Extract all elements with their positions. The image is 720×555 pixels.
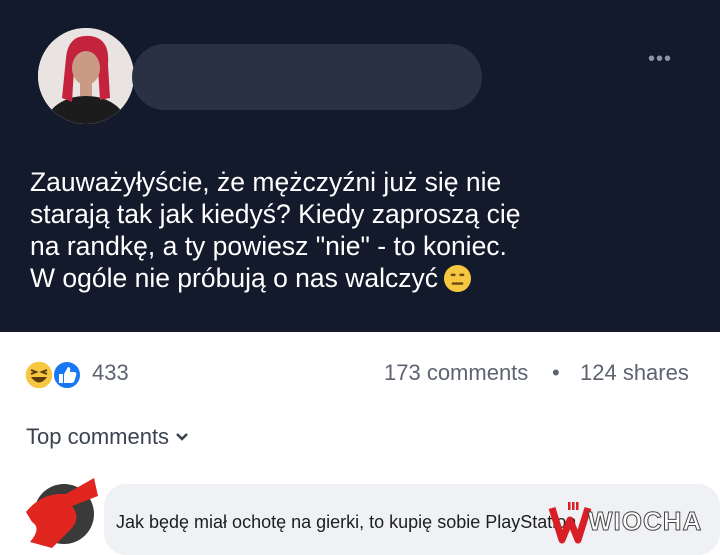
- stats-separator: •: [552, 360, 560, 385]
- reaction-icons[interactable]: [24, 360, 86, 390]
- top-comments-dropdown[interactable]: Top comments: [26, 424, 189, 450]
- reactions-count[interactable]: 433: [92, 360, 129, 386]
- shares-count[interactable]: 124 shares: [580, 360, 689, 386]
- commenter-avatar-redacted[interactable]: [22, 472, 100, 550]
- post-text-line: W ogóle nie próbują o nas walczyć: [30, 262, 690, 294]
- post-text-line: starają tak jak kiedyś? Kiedy zaproszą c…: [30, 199, 521, 229]
- chevron-down-icon: [176, 433, 188, 441]
- top-comments-label: Top comments: [26, 424, 170, 449]
- like-icon: [52, 360, 82, 390]
- post-text-line: Zauważyłyście, że mężczyźni już się nie: [30, 167, 502, 197]
- neutral-face-emoji-icon: [443, 264, 472, 293]
- comments-count[interactable]: 173 comments: [384, 360, 528, 386]
- poster-avatar[interactable]: [38, 28, 134, 124]
- more-dots-icon[interactable]: •••: [648, 48, 672, 71]
- post-card: ••• Zauważyłyście, że mężczyźni już się …: [0, 0, 720, 332]
- reactions-bar: 433 173 comments • 124 shares: [0, 352, 720, 396]
- avatar-photo: [38, 28, 134, 124]
- post-text: Zauważyłyście, że mężczyźni już się nie …: [30, 166, 690, 294]
- poster-name-redacted[interactable]: [132, 44, 482, 110]
- haha-icon: [24, 360, 54, 390]
- comment-text: Jak będę miał ochotę na gierki, to kupię…: [116, 512, 577, 532]
- post-text-line: na randkę, a ty powiesz "nie" - to konie…: [30, 231, 507, 261]
- watermark-text: WIOCHA: [587, 506, 703, 537]
